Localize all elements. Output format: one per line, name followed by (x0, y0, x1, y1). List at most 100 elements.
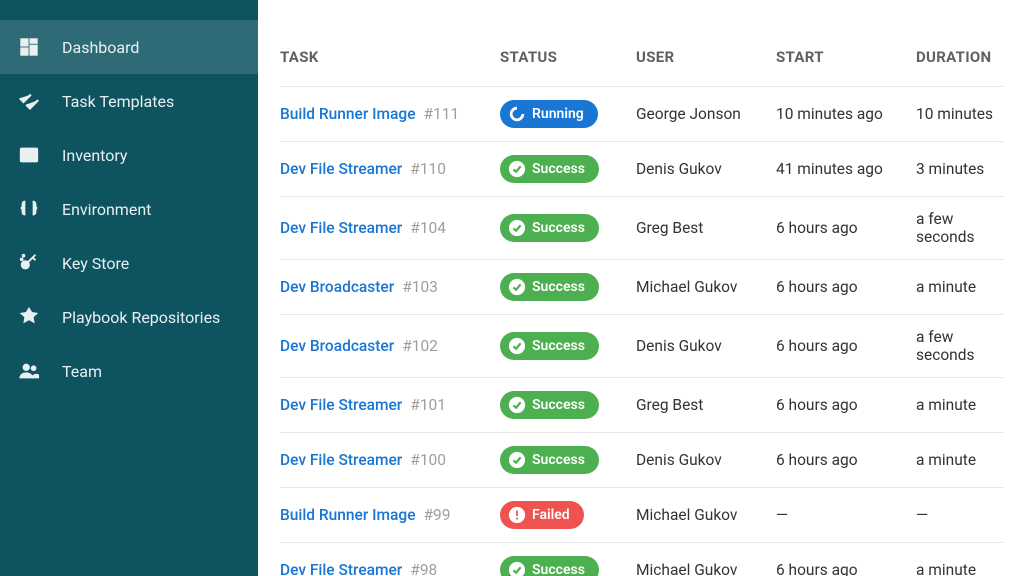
cell-status: Failed (500, 501, 636, 529)
sidebar-item-inventory[interactable]: Inventory (0, 128, 258, 182)
cell-task: Dev File Streamer #100 (280, 451, 500, 469)
table-body: Build Runner Image#111RunningGeorge Jons… (280, 86, 1004, 576)
cell-status: Success (500, 155, 636, 183)
status-badge-success: Success (500, 273, 599, 301)
table-row: Build Runner Image#111RunningGeorge Jons… (280, 86, 1004, 141)
cell-duration: — (916, 506, 1004, 524)
status-label: Failed (532, 507, 570, 523)
status-badge-success: Success (500, 446, 599, 474)
cell-status: Success (500, 332, 636, 360)
cell-user: Michael Gukov (636, 506, 776, 524)
status-badge-success: Success (500, 155, 599, 183)
cell-task: Dev Broadcaster #102 (280, 337, 500, 355)
col-header-status: STATUS (500, 48, 636, 66)
table-header: TASK STATUS USER START DURATION (280, 0, 1004, 86)
status-label: Running (532, 106, 584, 122)
cell-user: Michael Gukov (636, 278, 776, 296)
col-header-duration: DURATION (916, 48, 1004, 66)
cell-start: 6 hours ago (776, 337, 916, 355)
task-link[interactable]: Build Runner Image (280, 506, 416, 524)
status-label: Success (532, 161, 585, 177)
cell-status: Success (500, 273, 636, 301)
sidebar-item-environment[interactable]: Environment (0, 182, 258, 236)
sidebar-item-dashboard[interactable]: Dashboard (0, 20, 258, 74)
checks-icon (18, 90, 40, 112)
sidebar-item-label: Key Store (62, 254, 129, 273)
sidebar-item-label: Dashboard (62, 38, 139, 57)
task-id: #98 (410, 561, 437, 576)
cell-task: Dev File Streamer #104 (280, 219, 500, 237)
table-row: Dev File Streamer#100SuccessDenis Gukov6… (280, 432, 1004, 487)
cell-duration: a minute (916, 561, 1004, 576)
task-id: #103 (402, 278, 438, 296)
cell-task: Dev Broadcaster #103 (280, 278, 500, 296)
sidebar-item-label: Inventory (62, 146, 128, 165)
sidebar-item-key-store[interactable]: Key Store (0, 236, 258, 290)
success-icon (508, 278, 526, 296)
task-link[interactable]: Dev File Streamer (280, 561, 402, 576)
table-row: Build Runner Image#99 Failed Michael Gukov… (280, 487, 1004, 542)
cell-status: Running (500, 100, 636, 128)
table-row: Dev Broadcaster #102 Success Denis Gukov6 h… (280, 314, 1004, 377)
key-icon (18, 252, 40, 274)
task-link[interactable]: Build Runner Image (280, 105, 416, 123)
cell-duration: a minute (916, 451, 1004, 469)
success-icon (508, 561, 526, 576)
cell-task: Build Runner Image#99 (280, 506, 500, 524)
table-row: Dev Broadcaster#103SuccessMichael Gukov6… (280, 259, 1004, 314)
table-row: Dev File Streamer #104 Success Greg Best6 h… (280, 196, 1004, 259)
cell-user: Michael Gukov (636, 561, 776, 576)
cell-duration: a minute (916, 278, 1004, 296)
cell-user: Greg Best (636, 219, 776, 237)
cell-user: Greg Best (636, 396, 776, 414)
cell-user: Denis Gukov (636, 337, 776, 355)
task-id: #100 (410, 451, 446, 469)
cell-status: Success (500, 214, 636, 242)
status-badge-running: Running (500, 100, 598, 128)
cell-duration: 3 minutes (916, 160, 1004, 178)
cell-start: 6 hours ago (776, 219, 916, 237)
task-link[interactable]: Dev File Streamer (280, 219, 402, 237)
task-link[interactable]: Dev File Streamer (280, 160, 402, 178)
cell-status: Success (500, 556, 636, 576)
task-link[interactable]: Dev File Streamer (280, 396, 402, 414)
cell-status: Success (500, 446, 636, 474)
status-badge-success: Success (500, 556, 599, 576)
cell-duration: 10 minutes (916, 105, 1004, 123)
success-icon (508, 160, 526, 178)
sidebar-item-team[interactable]: Team (0, 344, 258, 398)
sidebar-item-label: Playbook Repositories (62, 308, 220, 327)
cell-user: George Jonson (636, 105, 776, 123)
task-link[interactable]: Dev Broadcaster (280, 278, 394, 296)
sidebar-item-task-templates[interactable]: Task Templates (0, 74, 258, 128)
task-id: #104 (410, 219, 446, 237)
sidebar-item-label: Team (62, 362, 102, 381)
status-label: Success (532, 452, 585, 468)
cell-start: 6 hours ago (776, 561, 916, 576)
status-badge-success: Success (500, 391, 599, 419)
status-badge-success: Success (500, 214, 599, 242)
inventory-icon (18, 144, 40, 166)
status-label: Success (532, 279, 585, 295)
success-icon (508, 396, 526, 414)
running-icon (508, 105, 526, 123)
dashboard-icon (18, 36, 40, 58)
cell-start: 6 hours ago (776, 451, 916, 469)
task-link[interactable]: Dev File Streamer (280, 451, 402, 469)
task-table: TASK STATUS USER START DURATION Build Ru… (280, 0, 1004, 576)
main-content: TASK STATUS USER START DURATION Build Ru… (258, 0, 1024, 576)
braces-icon (18, 198, 40, 220)
success-icon (508, 337, 526, 355)
table-row: Dev File Streamer#101SuccessGreg Best6 h… (280, 377, 1004, 432)
success-icon (508, 451, 526, 469)
table-row: Dev File Streamer#110SuccessDenis Gukov4… (280, 141, 1004, 196)
task-link[interactable]: Dev Broadcaster (280, 337, 394, 355)
repo-icon (18, 306, 40, 328)
col-header-user: USER (636, 48, 776, 66)
task-id: #102 (402, 337, 438, 355)
status-label: Success (532, 562, 585, 576)
status-label: Success (532, 220, 585, 236)
status-badge-success: Success (500, 332, 599, 360)
sidebar-item-playbook-repositories[interactable]: Playbook Repositories (0, 290, 258, 344)
cell-duration: a minute (916, 396, 1004, 414)
